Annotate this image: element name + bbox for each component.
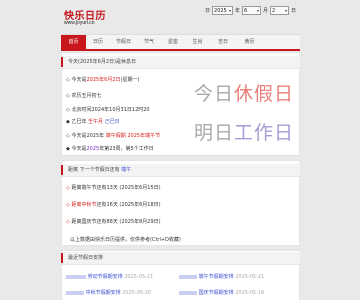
- festival-link-2[interactable]: 2025年端午节: [127, 133, 160, 139]
- ganzhi-day-link[interactable]: 己巳日: [105, 119, 120, 125]
- date-picker-label: 日: [205, 8, 211, 14]
- tab-holiday[interactable]: 节假日: [110, 35, 137, 49]
- recent-holidays-header: 最近节假日安排: [61, 252, 300, 265]
- countdown-header-link[interactable]: 端午: [121, 167, 131, 173]
- tab-zodiac[interactable]: 星座: [161, 35, 185, 49]
- today-date-line: ◇ 今天是2025年6月2日(星期一): [66, 77, 140, 83]
- year-select[interactable]: 2025 ▾: [212, 6, 234, 15]
- chevron-down-icon: ▾: [257, 8, 260, 13]
- day-select[interactable]: 2 ▾: [270, 6, 290, 15]
- time-line: ◇ 北京时间2024年10月31日12时20: [66, 107, 150, 113]
- tab-almanac[interactable]: 黄历: [236, 35, 263, 49]
- month-select[interactable]: 6 ▾: [242, 6, 262, 15]
- today-status-display: 今日休假日: [194, 83, 295, 105]
- day-unit: 日: [291, 8, 297, 14]
- countdown-header: 距离 下一个节假日还有 端午: [61, 164, 300, 177]
- tab-calendar[interactable]: 日历: [86, 35, 110, 49]
- year-unit: 年: [235, 8, 241, 14]
- week-line: ◆ 今天是2025年第23周，第5个工作日: [66, 146, 154, 152]
- countdown-note: 以上数据由快乐日历提供，仅供参考(Ctrl+D收藏): [70, 237, 181, 243]
- tab-home[interactable]: 首页: [61, 35, 86, 49]
- tab-auspicious-days[interactable]: 吉日: [210, 35, 236, 49]
- holiday-status-header: 今天(2025年6月2日)是休息日: [61, 56, 300, 69]
- countdown-item: ◇ 距离国庆节还有88天 (2025年8月29日): [66, 219, 161, 225]
- recent-holiday-item[interactable]: 中秋节假期安排 2025-05-20: [66, 289, 151, 296]
- recent-holiday-item[interactable]: 端午节假期安排 2025-05-21: [179, 273, 264, 280]
- festival-line: ◇ 今天是2025年 端午假期 2025年端午节: [66, 133, 161, 139]
- main-nav: 首页 日历 节假日 节气 星座 生肖 吉日 黄历: [61, 34, 300, 51]
- date-picker: 日 2025 ▾ 年 6 ▾ 月 2 ▾ 日: [205, 6, 296, 15]
- tab-chinese-zodiac[interactable]: 生肖: [185, 35, 210, 49]
- site-url: www.joyurl.cn: [64, 20, 95, 26]
- chevron-down-icon: ▾: [285, 8, 288, 13]
- panel-title: 今天(2025年6月2日)是休息日: [68, 59, 136, 65]
- countdown-item: ◇ 距离端午节还有13天 (2025年6月15日): [66, 185, 161, 191]
- ganzhi-line: ◆ 乙巳年 壬午月 己巳日: [66, 119, 120, 125]
- month-unit: 月: [263, 8, 269, 14]
- tomorrow-status-display: 明日工作日: [194, 122, 295, 144]
- recent-holiday-item[interactable]: 国庆节假期安排 2025-05-16: [179, 289, 264, 296]
- recent-holiday-item[interactable]: 劳动节假期安排 2025-05-21: [66, 273, 153, 280]
- countdown-item: ◇ 距离中秋节还有16天 (2025年6月18日): [66, 202, 161, 208]
- festival-link-1[interactable]: 端午假期: [106, 133, 126, 139]
- chevron-down-icon: ▾: [229, 8, 232, 13]
- lunar-date-line: ◇ 农历五月初七: [66, 93, 102, 99]
- ganzhi-month-link[interactable]: 壬午月: [88, 119, 103, 125]
- tab-solar-terms[interactable]: 节气: [137, 35, 161, 49]
